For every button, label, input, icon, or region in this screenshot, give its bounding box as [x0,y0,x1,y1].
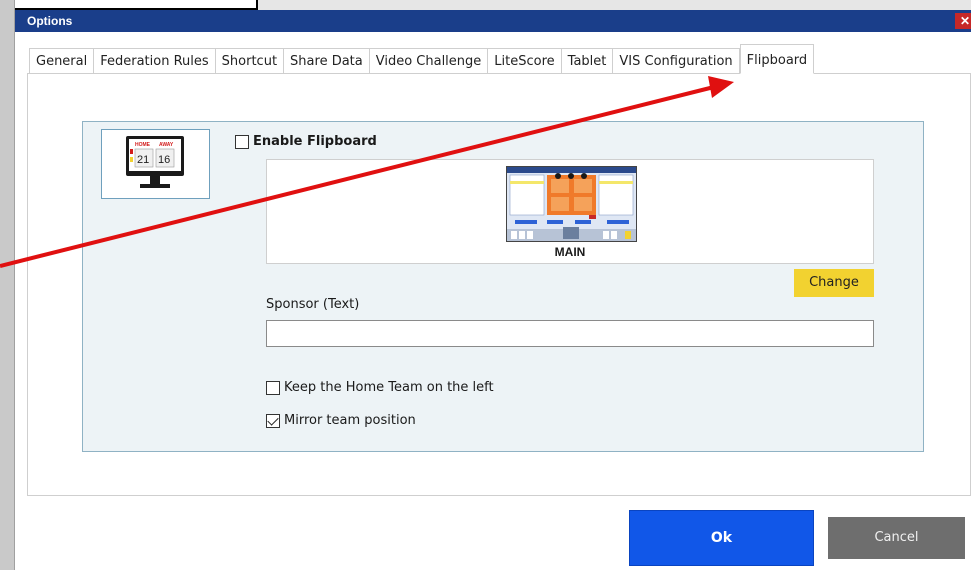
ok-button[interactable]: Ok [629,510,814,566]
tab-tablet[interactable]: Tablet [561,48,614,74]
sponsor-text-input[interactable] [266,320,874,347]
dialog-titlebar: Options ✕ [15,10,971,32]
options-dialog: Options ✕ General Federation Rules Short… [15,10,971,570]
keep-home-left-label: Keep the Home Team on the left [284,380,494,395]
keep-home-left-checkbox[interactable] [266,380,280,395]
enable-flipboard-label: Enable Flipboard [253,134,377,149]
flipboard-thumbnail: HOME AWAY 21 16 [101,129,210,199]
scoreboard-monitor-icon: HOME AWAY 21 16 [126,136,184,188]
tab-federation-rules[interactable]: Federation Rules [94,48,216,74]
background-window-frame [10,0,258,10]
enable-flipboard-row[interactable]: Enable Flipboard [235,134,377,149]
dialog-title: Options [27,14,73,28]
mirror-team-position-row[interactable]: Mirror team position [266,413,416,428]
mirror-team-position-checkbox[interactable] [266,413,280,428]
thumbnail-home-score: 21 [137,154,149,166]
flipboard-tab-panel: HOME AWAY 21 16 Enable Flipboard MAIN Ch… [27,73,971,496]
thumbnail-home-label: HOME [135,142,151,148]
background-window-edge [0,0,15,570]
tab-general[interactable]: General [29,48,95,74]
thumbnail-away-label: AWAY [159,142,174,148]
tab-litescore[interactable]: LiteScore [488,48,562,74]
layout-preview: MAIN [266,159,874,264]
tab-shortcut[interactable]: Shortcut [215,48,285,74]
layout-preview-caption: MAIN [554,245,586,259]
tab-share-data[interactable]: Share Data [284,48,370,74]
close-icon[interactable]: ✕ [955,13,971,29]
mirror-team-position-label: Mirror team position [284,413,416,428]
tab-flipboard[interactable]: Flipboard [739,44,815,74]
enable-flipboard-checkbox[interactable] [235,134,249,149]
tab-strip: General Federation Rules Shortcut Share … [29,44,815,74]
background-window [0,0,971,10]
change-layout-button[interactable]: Change [794,269,874,297]
sponsor-text-label: Sponsor (Text) [266,297,360,312]
tab-vis-configuration[interactable]: VIS Configuration [613,48,740,74]
tab-video-challenge[interactable]: Video Challenge [369,48,489,74]
thumbnail-away-score: 16 [158,154,170,166]
flipboard-settings-group: HOME AWAY 21 16 Enable Flipboard MAIN Ch… [82,121,924,452]
layout-preview-image [506,166,637,242]
keep-home-left-row[interactable]: Keep the Home Team on the left [266,380,494,395]
cancel-button[interactable]: Cancel [828,517,965,559]
